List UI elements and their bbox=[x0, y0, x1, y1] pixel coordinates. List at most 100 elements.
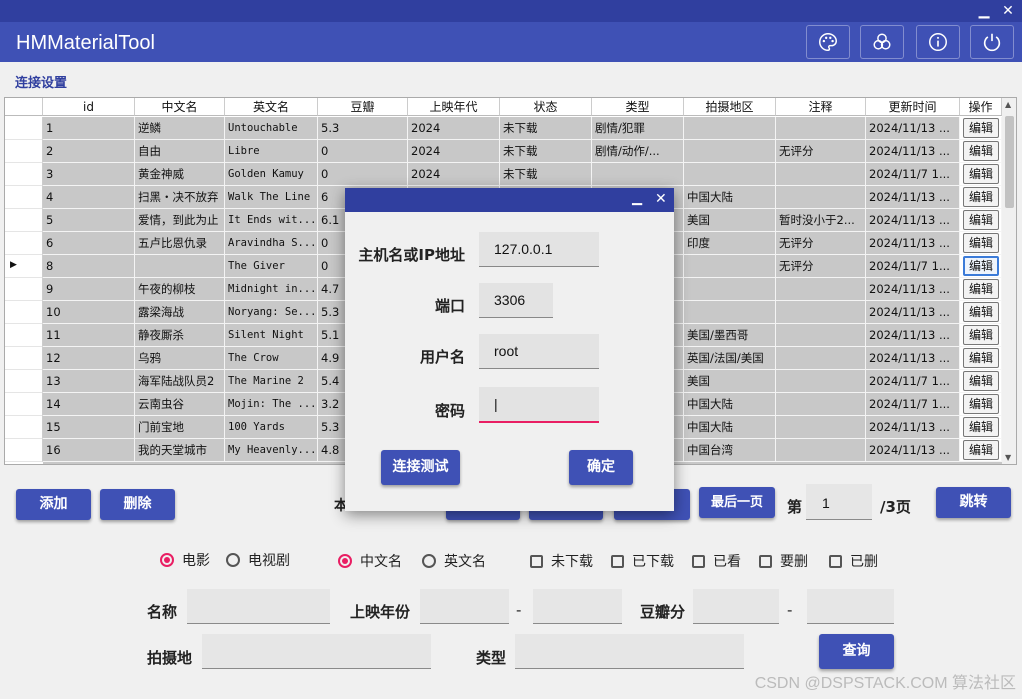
table-cell[interactable]: Silent Night bbox=[225, 324, 318, 347]
table-cell[interactable]: 爱情，到此为止 bbox=[135, 209, 225, 232]
row-header[interactable]: ▶ bbox=[5, 255, 43, 278]
table-cell[interactable]: 逆鳞 bbox=[135, 117, 225, 140]
host-input[interactable]: 127.0.0.1 bbox=[479, 232, 599, 267]
table-cell[interactable]: My Heavenly... bbox=[225, 439, 318, 462]
table-cell[interactable]: 8 bbox=[43, 255, 135, 278]
table-cell[interactable] bbox=[776, 163, 866, 186]
close-button[interactable]: ✕ bbox=[1000, 3, 1016, 19]
radio-tv[interactable]: 电视剧 bbox=[226, 550, 290, 570]
table-cell[interactable]: 云南虫谷 bbox=[135, 393, 225, 416]
table-cell[interactable]: 未下载 bbox=[500, 140, 592, 163]
table-cell[interactable]: 2024/11/13 ... bbox=[866, 117, 960, 140]
edit-button[interactable]: 编辑 bbox=[963, 210, 999, 230]
table-cell[interactable]: 暂时没小于2... bbox=[776, 209, 866, 232]
table-cell[interactable]: 0 bbox=[318, 163, 408, 186]
table-cell[interactable]: 美国 bbox=[684, 370, 776, 393]
check-not-downloaded[interactable]: 未下载 bbox=[530, 551, 593, 571]
table-cell[interactable] bbox=[776, 393, 866, 416]
table-cell[interactable]: 五卢比恩仇录 bbox=[135, 232, 225, 255]
theme-button[interactable] bbox=[860, 25, 904, 59]
jump-button[interactable]: 跳转 bbox=[936, 487, 1011, 518]
table-cell[interactable]: 中国大陆 bbox=[684, 186, 776, 209]
table-cell[interactable]: 剧情/犯罪 bbox=[592, 117, 684, 140]
check-downloaded[interactable]: 已下载 bbox=[611, 551, 674, 571]
edit-button[interactable]: 编辑 bbox=[963, 187, 999, 207]
confirm-button[interactable]: 确定 bbox=[569, 450, 633, 485]
edit-button[interactable]: 编辑 bbox=[963, 302, 999, 322]
table-cell[interactable] bbox=[776, 439, 866, 462]
table-cell[interactable]: 黄金神威 bbox=[135, 163, 225, 186]
table-cell[interactable]: Mojin: The ... bbox=[225, 393, 318, 416]
table-cell[interactable]: 2024/11/7 1... bbox=[866, 255, 960, 278]
table-cell[interactable]: 静夜厮杀 bbox=[135, 324, 225, 347]
table-cell[interactable]: 5 bbox=[43, 209, 135, 232]
name-input[interactable] bbox=[187, 589, 330, 624]
table-cell[interactable] bbox=[776, 347, 866, 370]
edit-button[interactable]: 编辑 bbox=[963, 417, 999, 437]
table-cell[interactable]: 2024/11/13 ... bbox=[866, 324, 960, 347]
edit-button[interactable]: 编辑 bbox=[963, 279, 999, 299]
row-header[interactable] bbox=[5, 439, 43, 462]
vertical-scrollbar[interactable]: ▲ ▼ bbox=[1002, 98, 1016, 464]
table-cell[interactable]: 门前宝地 bbox=[135, 416, 225, 439]
column-header[interactable]: 上映年代 bbox=[408, 98, 500, 116]
last-page-button[interactable]: 最后一页 bbox=[699, 487, 775, 518]
table-cell[interactable] bbox=[776, 301, 866, 324]
table-cell[interactable]: 无评分 bbox=[776, 140, 866, 163]
table-cell[interactable]: 6 bbox=[43, 232, 135, 255]
table-cell[interactable]: 中国大陆 bbox=[684, 416, 776, 439]
table-cell[interactable]: 13 bbox=[43, 370, 135, 393]
table-cell[interactable]: 5.3 bbox=[318, 117, 408, 140]
row-header[interactable] bbox=[5, 163, 43, 186]
dialog-close-button[interactable]: ✕ bbox=[655, 191, 667, 207]
query-button[interactable]: 查询 bbox=[819, 634, 894, 669]
table-cell[interactable] bbox=[776, 370, 866, 393]
table-cell[interactable] bbox=[776, 278, 866, 301]
douban-from-input[interactable] bbox=[693, 589, 779, 624]
table-cell[interactable]: The Crow bbox=[225, 347, 318, 370]
edit-button[interactable]: 编辑 bbox=[963, 325, 999, 345]
delete-button[interactable]: 删除 bbox=[100, 489, 175, 520]
table-cell[interactable]: Libre bbox=[225, 140, 318, 163]
year-from-input[interactable] bbox=[420, 589, 509, 624]
dialog-minimize-button[interactable]: ▁ bbox=[632, 191, 642, 206]
table-cell[interactable]: 16 bbox=[43, 439, 135, 462]
table-cell[interactable]: 3 bbox=[43, 163, 135, 186]
table-cell[interactable] bbox=[684, 117, 776, 140]
table-cell[interactable]: 2024/11/13 ... bbox=[866, 209, 960, 232]
table-cell[interactable]: 未下载 bbox=[500, 117, 592, 140]
table-cell[interactable]: Untouchable bbox=[225, 117, 318, 140]
table-cell[interactable]: 2024/11/13 ... bbox=[866, 416, 960, 439]
minimize-button[interactable]: ▁ bbox=[976, 3, 992, 19]
row-header[interactable] bbox=[5, 301, 43, 324]
table-cell[interactable]: 4 bbox=[43, 186, 135, 209]
password-input[interactable]: | bbox=[479, 387, 599, 423]
table-cell[interactable]: 2024/11/13 ... bbox=[866, 301, 960, 324]
column-header[interactable]: 状态 bbox=[500, 98, 592, 116]
radio-english-name[interactable]: 英文名 bbox=[422, 551, 486, 571]
table-cell[interactable] bbox=[592, 163, 684, 186]
row-header[interactable] bbox=[5, 232, 43, 255]
edit-button[interactable]: 编辑 bbox=[963, 164, 999, 184]
table-cell[interactable]: 自由 bbox=[135, 140, 225, 163]
table-cell[interactable]: 100 Yards bbox=[225, 416, 318, 439]
table-cell[interactable] bbox=[776, 324, 866, 347]
user-input[interactable]: root bbox=[479, 334, 599, 369]
table-cell[interactable]: 2024/11/13 ... bbox=[866, 439, 960, 462]
table-cell[interactable]: 中国大陆 bbox=[684, 393, 776, 416]
row-header[interactable] bbox=[5, 347, 43, 370]
table-cell[interactable]: 2024/11/13 ... bbox=[866, 347, 960, 370]
radio-chinese-name[interactable]: 中文名 bbox=[338, 551, 402, 571]
table-cell[interactable] bbox=[684, 301, 776, 324]
douban-to-input[interactable] bbox=[807, 589, 894, 624]
page-input[interactable]: 1 bbox=[806, 484, 872, 520]
table-cell[interactable]: 15 bbox=[43, 416, 135, 439]
table-cell[interactable]: Walk The Line bbox=[225, 186, 318, 209]
edit-button[interactable]: 编辑 bbox=[963, 118, 999, 138]
table-cell[interactable]: 剧情/动作/... bbox=[592, 140, 684, 163]
table-cell[interactable]: 2024/11/13 ... bbox=[866, 278, 960, 301]
table-cell[interactable] bbox=[684, 163, 776, 186]
row-header[interactable] bbox=[5, 140, 43, 163]
table-cell[interactable]: The Giver bbox=[225, 255, 318, 278]
column-header[interactable]: 更新时间 bbox=[866, 98, 960, 116]
